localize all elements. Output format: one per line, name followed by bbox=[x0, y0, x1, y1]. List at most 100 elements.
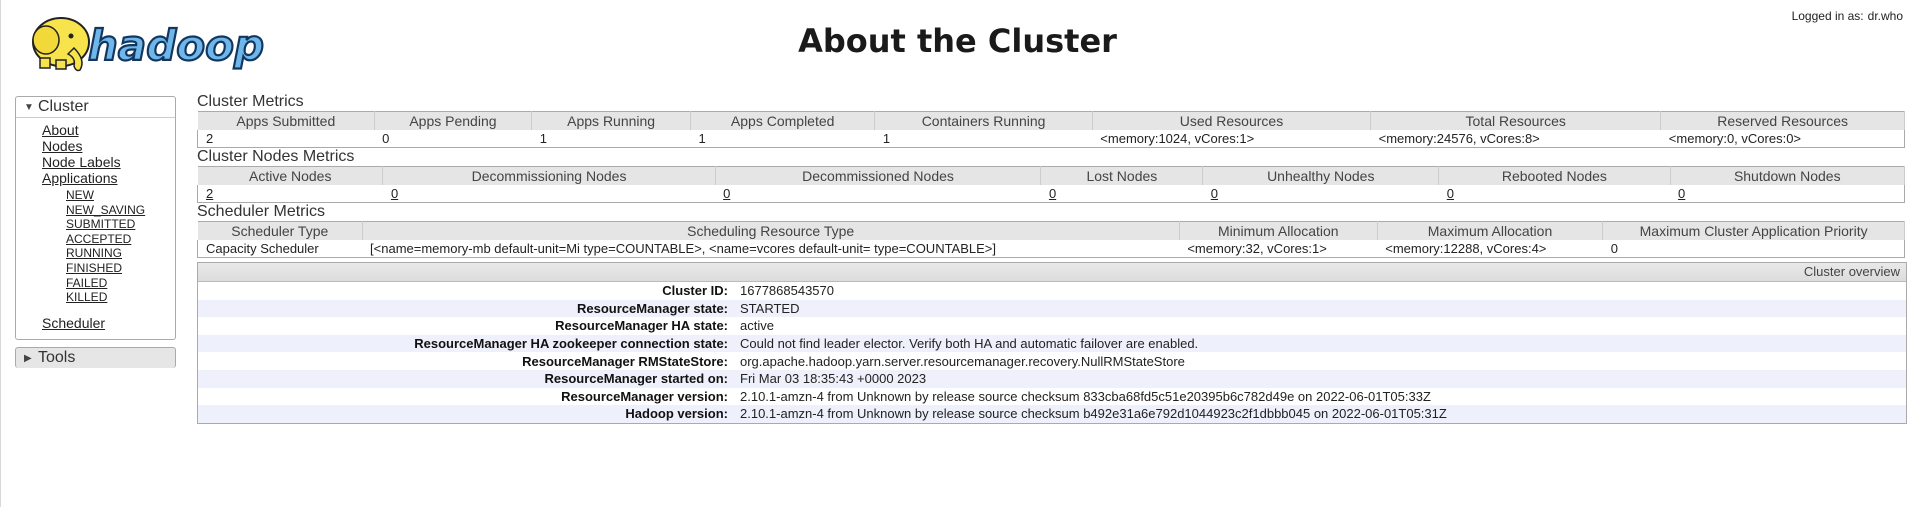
table-cell: 0 bbox=[1439, 185, 1670, 203]
column-header: Unhealthy Nodes bbox=[1202, 166, 1440, 185]
cluster-nav-header[interactable]: ▼ Cluster bbox=[16, 97, 175, 118]
lost-nodes-link[interactable]: 0 bbox=[1049, 186, 1056, 201]
info-value: 2.10.1-amzn-4 from Unknown by release so… bbox=[740, 388, 1431, 404]
maximum-allocation-value: <memory:12288, vCores:4> bbox=[1385, 241, 1547, 256]
cluster-overview-header: Cluster overview bbox=[198, 263, 1906, 282]
info-label: ResourceManager RMStateStore: bbox=[522, 353, 728, 369]
shutdown-nodes-link[interactable]: 0 bbox=[1678, 186, 1685, 201]
app-state-killed[interactable]: KILLED bbox=[66, 290, 175, 305]
table-row: ResourceManager HA state: active bbox=[198, 317, 1906, 335]
scheduler-metrics-table: Scheduler Type Scheduling Resource Type … bbox=[197, 221, 1905, 258]
info-value: STARTED bbox=[740, 300, 800, 316]
total-resources-value: <memory:24576, vCores:8> bbox=[1378, 131, 1540, 146]
login-user: dr.who bbox=[1867, 9, 1903, 23]
window-left-border bbox=[0, 0, 1, 507]
sidebar-item-nodes[interactable]: Nodes bbox=[42, 138, 175, 154]
decommissioned-nodes-link[interactable]: 0 bbox=[723, 186, 730, 201]
column-header: Decommissioned Nodes bbox=[714, 166, 1042, 185]
login-status: Logged in as: dr.who bbox=[1792, 9, 1903, 23]
table-row: Cluster ID: 1677868543570 bbox=[198, 282, 1906, 300]
table-cell: 2 bbox=[198, 185, 383, 203]
table-row: Capacity Scheduler [<name=memory-mb defa… bbox=[198, 240, 1905, 258]
max-app-priority-value: 0 bbox=[1610, 241, 1618, 256]
table-row: 2 0 1 1 1 <memory:1024, vCores:1> <memor… bbox=[198, 130, 1905, 148]
app-state-submitted[interactable]: SUBMITTED bbox=[66, 217, 175, 232]
column-header: Apps Submitted bbox=[197, 111, 375, 130]
table-header-row: Scheduler Type Scheduling Resource Type … bbox=[197, 221, 1905, 240]
cluster-nav-section: ▼ Cluster About Nodes Node Labels Applica… bbox=[15, 96, 176, 340]
rebooted-nodes-link[interactable]: 0 bbox=[1447, 186, 1454, 201]
minimum-allocation-value: <memory:32, vCores:1> bbox=[1187, 241, 1327, 256]
column-header: Apps Completed bbox=[690, 111, 876, 130]
table-row: ResourceManager HA zookeeper connection … bbox=[198, 334, 1906, 353]
info-label: Cluster ID: bbox=[662, 283, 728, 299]
column-header: Maximum Allocation bbox=[1376, 221, 1604, 240]
sidebar-nav: ▼ Cluster About Nodes Node Labels Applica… bbox=[15, 96, 176, 368]
tools-nav-label: Tools bbox=[38, 348, 76, 366]
app-state-finished[interactable]: FINISHED bbox=[66, 261, 175, 276]
unhealthy-nodes-link[interactable]: 0 bbox=[1211, 186, 1218, 201]
decommissioning-nodes-link[interactable]: 0 bbox=[391, 186, 398, 201]
cluster-nodes-metrics-title: Cluster Nodes Metrics bbox=[197, 148, 355, 165]
main-content: Cluster Metrics Apps Submitted Apps Pend… bbox=[196, 93, 1907, 424]
info-label: Hadoop version: bbox=[625, 406, 728, 422]
table-header-row: Apps Submitted Apps Pending Apps Running… bbox=[197, 111, 1905, 130]
column-header: Rebooted Nodes bbox=[1438, 166, 1671, 185]
app-state-failed[interactable]: FAILED bbox=[66, 276, 175, 291]
used-resources-value: <memory:1024, vCores:1> bbox=[1100, 131, 1255, 146]
containers-running-value: 1 bbox=[882, 131, 891, 146]
table-header-row: Active Nodes Decommissioning Nodes Decom… bbox=[196, 166, 1906, 185]
active-nodes-link[interactable]: 2 bbox=[206, 186, 213, 201]
column-header: Apps Running bbox=[531, 111, 692, 130]
tools-nav-section: ▶ Tools bbox=[15, 346, 176, 368]
table-row: 2 0 0 0 0 0 0 bbox=[198, 185, 1905, 203]
table-row: Hadoop version: 2.10.1-amzn-4 from Unknow… bbox=[198, 405, 1906, 423]
collapsed-triangle-icon: ▶ bbox=[24, 352, 32, 364]
column-header: Apps Pending bbox=[373, 111, 533, 130]
app-state-running[interactable]: RUNNING bbox=[66, 246, 175, 261]
sidebar-item-applications[interactable]: Applications bbox=[42, 170, 175, 186]
cluster-metrics-title: Cluster Metrics bbox=[197, 93, 304, 110]
info-label: ResourceManager HA zookeeper connection … bbox=[414, 336, 728, 352]
info-value: 1677868543570 bbox=[740, 283, 834, 299]
cluster-nav-label: Cluster bbox=[38, 98, 89, 115]
column-header: Containers Running bbox=[874, 111, 1093, 130]
table-row: ResourceManager state: STARTED bbox=[198, 299, 1906, 318]
cluster-nav-body: About Nodes Node Labels Applications NEW… bbox=[16, 118, 175, 339]
table-row: ResourceManager started on: Fri Mar 03 18… bbox=[198, 369, 1906, 388]
apps-submitted-value: 2 bbox=[206, 131, 214, 146]
sidebar-item-about[interactable]: About bbox=[42, 122, 175, 138]
tools-nav-header[interactable]: ▶ Tools bbox=[16, 348, 175, 368]
column-header: Scheduling Resource Type bbox=[361, 221, 1180, 240]
column-header: Lost Nodes bbox=[1040, 166, 1204, 185]
app-state-new[interactable]: NEW bbox=[66, 188, 175, 203]
page-title: About the Cluster bbox=[798, 22, 1117, 60]
cluster-overview-table: Cluster ID: 1677868543570 ResourceManager… bbox=[198, 282, 1906, 423]
app-state-new-saving[interactable]: NEW_SAVING bbox=[66, 203, 175, 218]
table-cell: 0 bbox=[1203, 185, 1439, 203]
login-label: Logged in as: bbox=[1791, 9, 1864, 23]
info-label: ResourceManager version: bbox=[561, 388, 728, 404]
column-header: Used Resources bbox=[1091, 111, 1372, 130]
table-cell: 0 bbox=[383, 185, 715, 203]
info-value: Could not find leader elector. Verify bo… bbox=[740, 336, 1199, 352]
column-header: Total Resources bbox=[1370, 111, 1662, 130]
cluster-overview-panel: Cluster overview Cluster ID: 167786854357… bbox=[197, 262, 1907, 424]
column-header: Maximum Cluster Application Priority bbox=[1602, 221, 1905, 240]
expanded-triangle-icon: ▼ bbox=[24, 102, 34, 113]
column-header: Scheduler Type bbox=[197, 221, 363, 240]
table-row: ResourceManager version: 2.10.1-amzn-4 fr… bbox=[198, 388, 1906, 406]
table-cell: 0 bbox=[1041, 185, 1203, 203]
column-header: Reserved Resources bbox=[1660, 111, 1905, 130]
sidebar-item-scheduler[interactable]: Scheduler bbox=[42, 315, 175, 331]
column-header: Active Nodes bbox=[196, 166, 384, 185]
sidebar-item-node-labels[interactable]: Node Labels bbox=[42, 154, 175, 170]
info-label: ResourceManager HA state: bbox=[555, 318, 728, 334]
info-label: ResourceManager started on: bbox=[544, 371, 729, 387]
table-cell: 0 bbox=[1670, 185, 1904, 203]
reserved-resources-value: <memory:0, vCores:0> bbox=[1668, 131, 1802, 146]
cluster-metrics-table: Apps Submitted Apps Pending Apps Running… bbox=[197, 111, 1905, 148]
scheduler-metrics-title: Scheduler Metrics bbox=[197, 203, 326, 220]
app-state-accepted[interactable]: ACCEPTED bbox=[66, 232, 175, 247]
table-cell: 0 bbox=[715, 185, 1041, 203]
